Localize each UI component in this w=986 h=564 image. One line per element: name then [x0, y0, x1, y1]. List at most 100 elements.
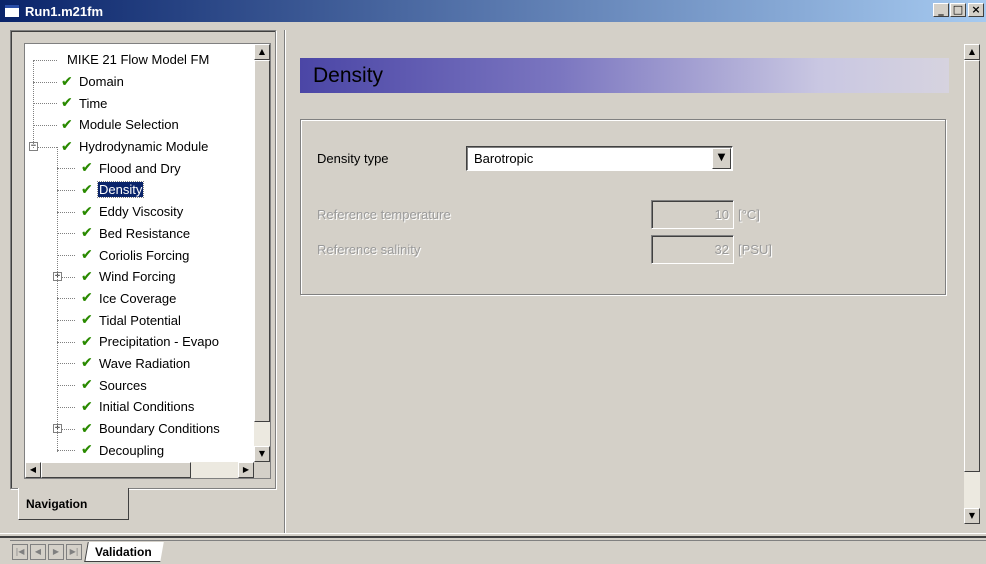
tree-item[interactable]: ✔ Time	[25, 92, 255, 114]
tree-item-label: Initial Conditions	[99, 399, 195, 415]
tree-connector	[57, 406, 75, 408]
tree-connector	[57, 233, 75, 235]
check-icon: ✔	[81, 225, 93, 242]
panel-divider[interactable]	[284, 30, 286, 533]
tree-item-label: Eddy Viscosity	[99, 204, 184, 220]
check-icon: ✔	[81, 333, 93, 350]
tree-item[interactable]: MIKE 21 Flow Model FM	[25, 49, 255, 71]
tree-item-label: Boundary Conditions	[99, 421, 220, 437]
tree-item-label: Precipitation - Evapo	[99, 334, 219, 350]
check-icon: ✔	[81, 355, 93, 372]
close-button[interactable]: ×	[968, 3, 984, 17]
reference-temperature-unit: [°C]	[738, 207, 760, 222]
reference-salinity-label: Reference salinity	[317, 242, 421, 257]
tree-item[interactable]: ✔ Domain	[25, 71, 255, 93]
tree-item[interactable]: ✔ Eddy Viscosity	[25, 201, 255, 223]
tree-item-label: Tidal Potential	[99, 312, 181, 328]
tree-item[interactable]: ✔ Ice Coverage	[25, 288, 255, 310]
tree-item-label: Wave Radiation	[99, 355, 191, 371]
check-icon: ✔	[81, 268, 93, 285]
tree-connector	[57, 168, 75, 170]
tree-connector	[57, 341, 75, 343]
check-icon: ✔	[61, 116, 73, 133]
tab-navigation[interactable]: Navigation	[18, 488, 129, 520]
tree-item-label: Coriolis Forcing	[99, 247, 190, 263]
title-bar: Run1.m21fm _ □ ×	[0, 0, 986, 22]
page-title: Density	[300, 58, 949, 93]
tree-item[interactable]: ✔ Decoupling	[25, 439, 255, 461]
tree-item[interactable]: ✔ Initial Conditions	[25, 396, 255, 418]
check-icon: ✔	[81, 290, 93, 307]
tree-connector	[57, 211, 75, 213]
tree-frame: MIKE 21 Flow Model FM ✔ Domain ✔ Time ✔ Module…	[10, 30, 276, 489]
check-icon: ✔	[61, 138, 73, 155]
tree-hscroll-thumb[interactable]	[41, 462, 191, 478]
minimize-button[interactable]: _	[933, 3, 949, 17]
tree-guide-line	[57, 147, 58, 452]
content-scroll-thumb[interactable]	[964, 60, 980, 472]
tab-validation[interactable]: Validation	[84, 542, 164, 562]
chevron-down-icon[interactable]: ▼	[712, 148, 731, 169]
content-vertical-scrollbar[interactable]: ▲ ▼	[964, 44, 980, 524]
tree-item[interactable]: ✔ Coriolis Forcing	[25, 244, 255, 266]
tab-validation-label: Validation	[95, 545, 152, 559]
nav-first-icon[interactable]: |◀	[12, 544, 28, 560]
content-scroll-down-icon[interactable]: ▼	[964, 508, 980, 524]
tree-item[interactable]: ✔ Sources	[25, 374, 255, 396]
window-controls: _ □ ×	[932, 3, 984, 17]
tree-item-label: MIKE 21 Flow Model FM	[67, 52, 210, 68]
tree-vertical-scrollbar[interactable]: ▲ ▼	[254, 44, 270, 462]
reference-salinity-field[interactable]: 32	[651, 235, 734, 264]
reference-temperature-label: Reference temperature	[317, 207, 451, 222]
reference-temperature-field[interactable]: 10	[651, 200, 734, 229]
bottom-separator[interactable]	[0, 533, 986, 538]
scroll-right-icon[interactable]: ▶	[238, 462, 254, 478]
nav-next-icon[interactable]: ▶	[48, 544, 64, 560]
tree-connector	[33, 81, 57, 83]
check-icon: ✔	[61, 73, 73, 90]
tree-item-label: Module Selection	[79, 117, 179, 133]
tree-item[interactable]: − ✔ Hydrodynamic Module	[25, 136, 255, 158]
tree-connector	[33, 59, 57, 61]
scroll-up-icon[interactable]: ▲	[254, 44, 270, 60]
window-title: Run1.m21fm	[25, 3, 104, 19]
density-type-select[interactable]: Barotropic ▼	[466, 146, 733, 171]
scroll-down-icon[interactable]: ▼	[254, 446, 270, 462]
tree-item[interactable]: + ✔ Wind Forcing	[25, 266, 255, 288]
reference-salinity-unit: [PSU]	[738, 242, 772, 257]
validation-bar: |◀ ◀ ▶ ▶| Validation	[10, 540, 986, 564]
tree-item-label: Time	[79, 95, 108, 111]
tree-connector	[57, 298, 75, 300]
scroll-left-icon[interactable]: ◀	[25, 462, 41, 478]
check-icon: ✔	[81, 181, 93, 198]
tree-connector	[57, 385, 75, 387]
tree-connector	[57, 450, 75, 452]
tree-connector	[57, 320, 75, 322]
tree-item-label: Decoupling	[99, 442, 165, 458]
check-icon: ✔	[81, 442, 93, 459]
tree-item[interactable]: ✔ Flood and Dry	[25, 157, 255, 179]
tree-item-label: Hydrodynamic Module	[79, 139, 209, 155]
tree-horizontal-scrollbar[interactable]: ◀ ▶	[25, 462, 254, 478]
density-type-value: Barotropic	[474, 151, 534, 166]
tree-item[interactable]: + ✔ Boundary Conditions	[25, 418, 255, 440]
content-scroll-up-icon[interactable]: ▲	[964, 44, 980, 60]
tree-item[interactable]: ✔ Module Selection	[25, 114, 255, 136]
check-icon: ✔	[81, 420, 93, 437]
tree-item[interactable]: ✔ Tidal Potential	[25, 309, 255, 331]
check-icon: ✔	[81, 247, 93, 264]
tree-connector	[57, 363, 75, 365]
tree-item[interactable]: ✔ Bed Resistance	[25, 223, 255, 245]
tree-scroll-thumb[interactable]	[254, 60, 270, 422]
tree-list: MIKE 21 Flow Model FM ✔ Domain ✔ Time ✔ Module…	[25, 49, 255, 461]
nav-last-icon[interactable]: ▶|	[66, 544, 82, 560]
check-icon: ✔	[81, 203, 93, 220]
tree-item-label: Domain	[79, 74, 124, 90]
maximize-button[interactable]: □	[950, 3, 966, 17]
nav-prev-icon[interactable]: ◀	[30, 544, 46, 560]
check-icon: ✔	[61, 95, 73, 112]
tree-guide-line	[33, 60, 34, 148]
tree-item[interactable]: ✔ Density	[25, 179, 255, 201]
tree-item[interactable]: ✔ Wave Radiation	[25, 353, 255, 375]
tree-item[interactable]: ✔ Precipitation - Evapo	[25, 331, 255, 353]
